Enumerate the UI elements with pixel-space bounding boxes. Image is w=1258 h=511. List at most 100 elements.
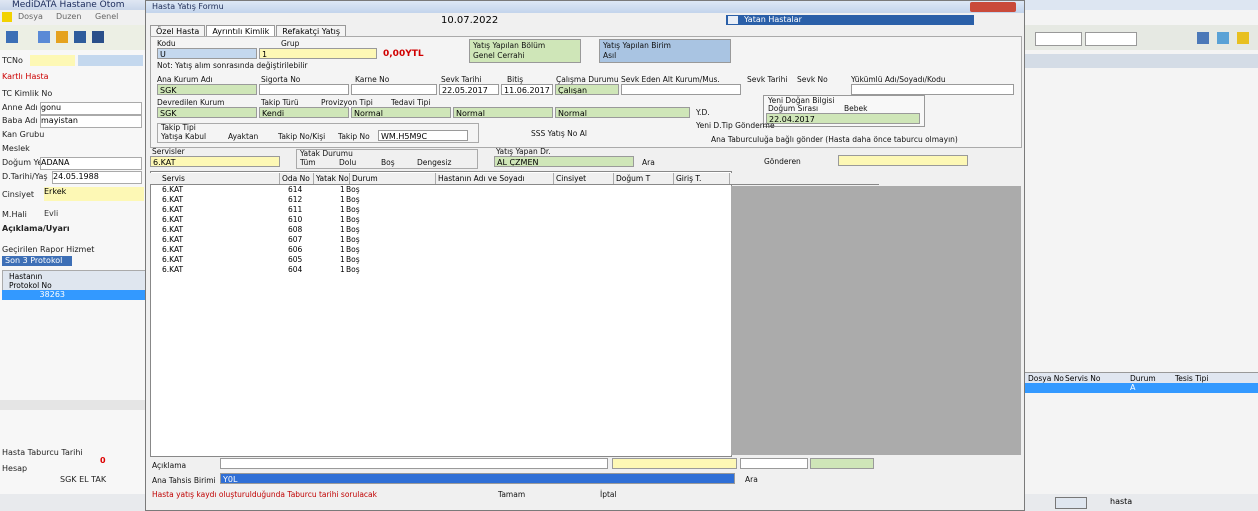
grid-icon[interactable] [1197, 32, 1209, 44]
gonderen-select[interactable] [838, 155, 968, 166]
menu-genel[interactable]: Genel [95, 12, 118, 21]
col-servis[interactable]: Servis [160, 173, 280, 184]
devreden-field[interactable]: SGK [157, 107, 257, 118]
sevk-eden-field[interactable] [621, 84, 741, 95]
folder-icon[interactable] [56, 31, 68, 43]
takip-turu-field[interactable]: Normal [351, 107, 451, 118]
col-durum[interactable]: Durum [350, 173, 436, 184]
tedavi-field[interactable]: Normal [555, 107, 690, 118]
dogum-yeri-field[interactable]: ADANA [40, 157, 142, 170]
col-cinsiyet[interactable]: Cinsiyet [554, 173, 614, 184]
yatis-turu-field[interactable]: Kendi [259, 107, 349, 118]
tcno-input[interactable] [30, 55, 75, 66]
ana-tahsis-select[interactable]: Y0L [220, 473, 735, 484]
tamam-button[interactable]: Tamam [498, 490, 525, 499]
yd-checkbox[interactable]: Y.D. [696, 108, 710, 117]
mail-icon[interactable] [1217, 32, 1229, 44]
table-row[interactable]: 6.KAT 612 1 Boş [150, 195, 879, 205]
protokol-row[interactable]: 38263 [2, 290, 145, 300]
ana-tabur-checkbox[interactable]: Ana Taburculuğa bağlı gönder (Hasta daha… [711, 135, 958, 144]
radio-bos[interactable]: Boş [381, 158, 395, 167]
meslek-label: Meslek [2, 144, 30, 153]
save-icon[interactable] [74, 31, 86, 43]
col-dogum-t[interactable]: Doğum T [614, 173, 674, 184]
ara-button-2[interactable]: Ara [745, 475, 758, 484]
mhali-radio[interactable]: Evli [44, 209, 58, 218]
anne-adi-field[interactable]: gonu [40, 102, 142, 115]
iptal-button[interactable]: İptal [600, 490, 617, 499]
table-row[interactable]: 6.KAT 614 1 Boş [150, 185, 879, 195]
disk-icon[interactable] [92, 31, 104, 43]
cell-durum: Boş [346, 255, 360, 264]
radio-ayaktan[interactable]: Ayaktan [228, 132, 258, 141]
takip-no-field[interactable]: WM.H5M9C [378, 130, 468, 141]
radio-takip-no[interactable]: Takip No/Kişi [278, 132, 325, 141]
col-giris-t[interactable]: Giriş T. [674, 173, 730, 184]
cell-durum: Boş [346, 205, 360, 214]
protokol-tab[interactable]: Son 3 Protokol [2, 256, 72, 266]
karne-field[interactable] [351, 84, 437, 95]
close-button[interactable] [970, 2, 1016, 12]
table-row[interactable]: 6.KAT 606 1 Boş [150, 245, 879, 255]
cell-servis: 6.KAT [162, 185, 184, 194]
calisma-field[interactable]: Çalışan [555, 84, 619, 95]
col-hasta-adi[interactable]: Hastanın Adı ve Soyadı [436, 173, 554, 184]
yatis-birimi-label: Yatış Yapılan Birim [603, 41, 671, 50]
provizyon-field[interactable]: Normal [453, 107, 553, 118]
radio-yatisa-kabul[interactable]: Yatışa Kabul [161, 132, 206, 141]
sss-button[interactable]: SSS Yatış No Al [531, 129, 587, 138]
table-row[interactable]: 6.KAT 608 1 Boş [150, 225, 879, 235]
yatak-durumu-group: Yatak Durumu Tüm Dolu Boş Dengesiz [296, 149, 478, 169]
menu-dosya[interactable]: Dosya [18, 12, 43, 21]
right-search-input[interactable] [1035, 32, 1082, 46]
yeni-dogan-date[interactable]: 22.04.2017 [766, 113, 920, 124]
col-oda-no[interactable]: Oda No [280, 173, 314, 184]
document-icon[interactable] [38, 31, 50, 43]
servis-select[interactable]: 6.KAT [150, 156, 280, 167]
yatis-bolumu-value[interactable]: Genel Cerrahi [473, 51, 525, 60]
dtarihi-field[interactable]: 24.05.1988 [52, 171, 142, 184]
grup-field[interactable]: 1 [259, 48, 377, 59]
bitis-field[interactable]: 11.06.2017 [501, 84, 553, 95]
bottom-blank-field[interactable] [740, 458, 808, 469]
taskbar-icon[interactable] [1055, 497, 1087, 509]
aciklama-field[interactable] [220, 458, 608, 469]
yukumlu-field[interactable] [851, 84, 1014, 95]
yatis-birimi-value[interactable]: Asıl [603, 51, 616, 60]
total-amount: 0,00YTL [383, 49, 424, 59]
radio-tum[interactable]: Tüm [300, 158, 316, 167]
protokol-header-hastanin: Hastanın [9, 272, 43, 281]
table-row[interactable]: 6.KAT 604 1 Boş [150, 265, 879, 275]
table-row[interactable]: 6.KAT 611 1 Boş [150, 205, 879, 215]
table-row[interactable]: 6.KAT 607 1 Boş [150, 235, 879, 245]
yatis-yapan-label: Yatış Yapan Dr. [496, 147, 551, 156]
dogum-sirasi-label: Doğum Sırası [768, 104, 819, 113]
radio-dengesiz[interactable]: Dengesiz [417, 158, 451, 167]
right-grid-row[interactable]: A [1025, 383, 1258, 393]
kodu-field[interactable]: U [157, 48, 257, 59]
bottom-green-field[interactable] [810, 458, 874, 469]
popup-title[interactable]: Yatan Hastalar [726, 15, 974, 25]
radio-dolu[interactable]: Dolu [339, 158, 356, 167]
yeni-dogan-gonder-checkbox[interactable]: Yeni D.Tip Gönderme [696, 121, 775, 130]
ara-button[interactable]: Ara [642, 158, 655, 167]
star-icon[interactable] [1237, 32, 1249, 44]
yatis-yapan-select[interactable]: AL ÇZMEN [494, 156, 634, 167]
cell-oda: 605 [288, 255, 303, 264]
right-titlebar [1025, 0, 1258, 10]
cinsiyet-radio[interactable]: Erkek [44, 187, 144, 201]
col-yatak-no[interactable]: Yatak No [314, 173, 350, 184]
table-row[interactable]: 6.KAT 605 1 Boş [150, 255, 879, 265]
menu-duzen[interactable]: Duzen [56, 12, 81, 21]
bottom-yellow-field[interactable] [612, 458, 737, 469]
pno-input[interactable] [78, 55, 143, 66]
sigorta-field[interactable] [259, 84, 349, 95]
sevk-field[interactable]: 22.05.2017 [439, 84, 499, 95]
home-icon[interactable] [6, 31, 18, 43]
cell-durum: Boş [346, 195, 360, 204]
ana-kurum-field[interactable]: SGK [157, 84, 257, 95]
table-row[interactable]: 6.KAT 610 1 Boş [150, 215, 879, 225]
baba-adi-field[interactable]: mayistan [40, 115, 142, 128]
horizontal-scrollbar[interactable] [0, 400, 145, 410]
right-search-input-2[interactable] [1085, 32, 1137, 46]
